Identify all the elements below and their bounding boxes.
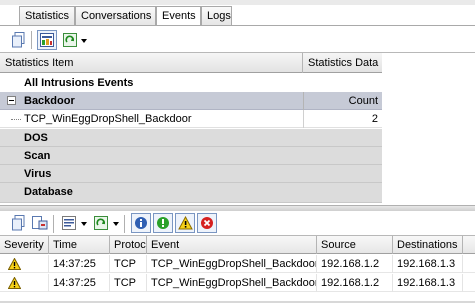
count-label: Count [303, 92, 382, 110]
toolbar-separator [124, 215, 125, 233]
column-header-severity[interactable]: Severity [0, 236, 49, 254]
destination-cell: 192.168.1.3 [393, 255, 463, 273]
tree-row-dos[interactable]: DOS [0, 129, 382, 147]
protocol-cell: TCP [110, 274, 147, 292]
warning-icon [8, 258, 21, 270]
table-row[interactable]: 14:37:25 TCP TCP_WinEggDropShell_Backdoo… [0, 255, 475, 273]
time-cell: 14:37:25 [49, 274, 110, 292]
tree-label: Virus [24, 168, 52, 180]
tree-row-scan[interactable]: Scan [0, 147, 382, 165]
green-status-icon[interactable] [153, 213, 173, 233]
header-statistics-data[interactable]: Statistics Data [303, 53, 382, 73]
tab-logs[interactable]: Logs [201, 6, 232, 26]
statistics-toolbar [0, 26, 475, 53]
tree-label: Backdoor [24, 95, 75, 107]
statistics-table: Statistics Item Statistics Data All Intr… [0, 53, 382, 205]
protocol-cell: TCP [110, 255, 147, 273]
column-header-protocol[interactable]: Protocol [110, 236, 147, 254]
events-header: Severity Time Protocol Event Source Dest… [0, 236, 475, 254]
severity-cell [0, 274, 49, 292]
tree-row-database[interactable]: Database [0, 183, 382, 203]
tree-child-count: 2 [303, 110, 382, 128]
statistics-header: Statistics Item Statistics Data [0, 53, 382, 73]
toolbar-separator [53, 215, 54, 233]
tree-connector [11, 119, 21, 120]
tree-row-all-intrusions[interactable]: All Intrusions Events [0, 74, 382, 92]
tree-label: DOS [24, 132, 48, 144]
destination-cell: 192.168.1.3 [393, 274, 463, 292]
statistics-empty-area [382, 53, 475, 205]
event-cell: TCP_WinEggDropShell_Backdoor [147, 255, 317, 273]
refresh-icon[interactable] [91, 213, 111, 233]
tree-row-wineggdropshell[interactable]: TCP_WinEggDropShell_Backdoor 2 [0, 110, 382, 128]
event-cell: TCP_WinEggDropShell_Backdoor [147, 274, 317, 292]
header-statistics-item[interactable]: Statistics Item [0, 53, 303, 73]
tree-row-virus[interactable]: Virus [0, 165, 382, 183]
tree-label: Database [24, 186, 73, 198]
statistics-view-icon[interactable] [37, 30, 57, 50]
filter-dropdown-chevron-down-icon[interactable] [81, 222, 87, 226]
tab-statistics[interactable]: Statistics [19, 6, 75, 26]
error-icon[interactable] [197, 213, 217, 233]
column-header-time[interactable]: Time [49, 236, 110, 254]
copy-icon[interactable] [9, 213, 29, 233]
column-header-source[interactable]: Source [317, 236, 393, 254]
tree-label: Scan [24, 150, 51, 162]
warning-icon [8, 277, 21, 289]
refresh-icon[interactable] [60, 30, 80, 50]
filter-icon[interactable] [59, 213, 79, 233]
collapse-icon[interactable] [7, 96, 16, 105]
tab-conversations[interactable]: Conversations [75, 6, 156, 26]
events-toolbar [0, 211, 475, 236]
tab-events[interactable]: Events [156, 6, 201, 26]
copy-icon[interactable] [9, 30, 29, 50]
tree-child-label: TCP_WinEggDropShell_Backdoor [24, 113, 192, 125]
time-cell: 14:37:25 [49, 255, 110, 273]
severity-cell [0, 255, 49, 273]
toolbar-separator [31, 31, 32, 49]
tab-bar-band [0, 0, 475, 5]
column-header-destinations[interactable]: Destinations [393, 236, 463, 254]
refresh-dropdown-chevron-down-icon[interactable] [81, 39, 87, 43]
tree-row-backdoor[interactable]: Backdoor Count [0, 92, 382, 110]
column-header-event[interactable]: Event [147, 236, 317, 254]
table-row[interactable]: 14:37:25 TCP TCP_WinEggDropShell_Backdoo… [0, 274, 475, 292]
source-cell: 192.168.1.2 [317, 274, 393, 292]
info-icon[interactable] [131, 213, 151, 233]
warning-icon[interactable] [175, 213, 195, 233]
export-icon[interactable] [30, 213, 50, 233]
events-table: Severity Time Protocol Event Source Dest… [0, 236, 475, 303]
refresh-dropdown-chevron-down-icon[interactable] [113, 222, 119, 226]
tab-bar: Statistics Conversations Events Logs [0, 0, 475, 26]
source-cell: 192.168.1.2 [317, 255, 393, 273]
tree-label: All Intrusions Events [24, 77, 134, 89]
